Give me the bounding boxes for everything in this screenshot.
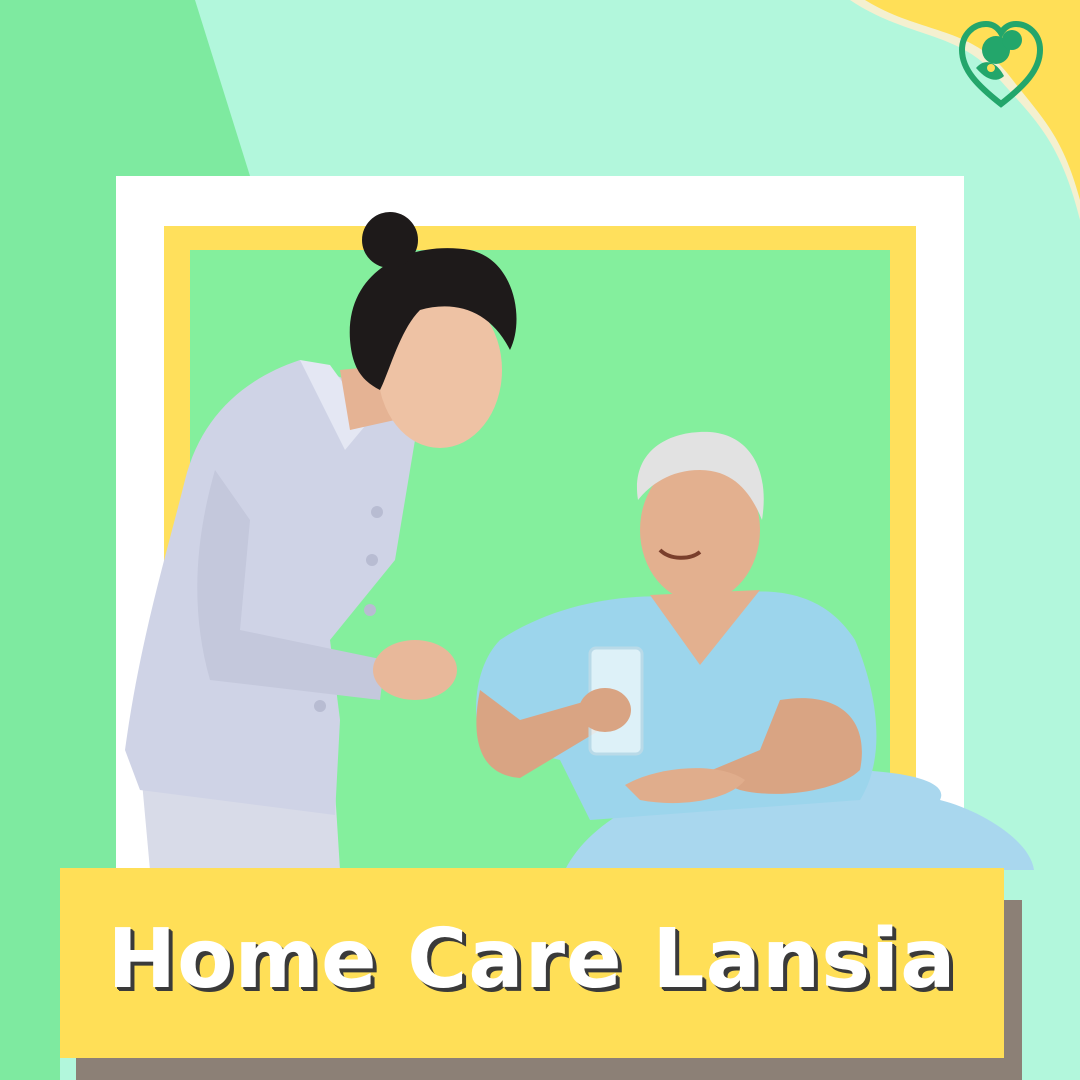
page-title: Home Care Lansia <box>107 911 957 1007</box>
elderly-patient-figure <box>476 431 1034 870</box>
title-band: Home Care Lansia <box>60 868 1004 1058</box>
nurse-figure <box>125 212 517 870</box>
